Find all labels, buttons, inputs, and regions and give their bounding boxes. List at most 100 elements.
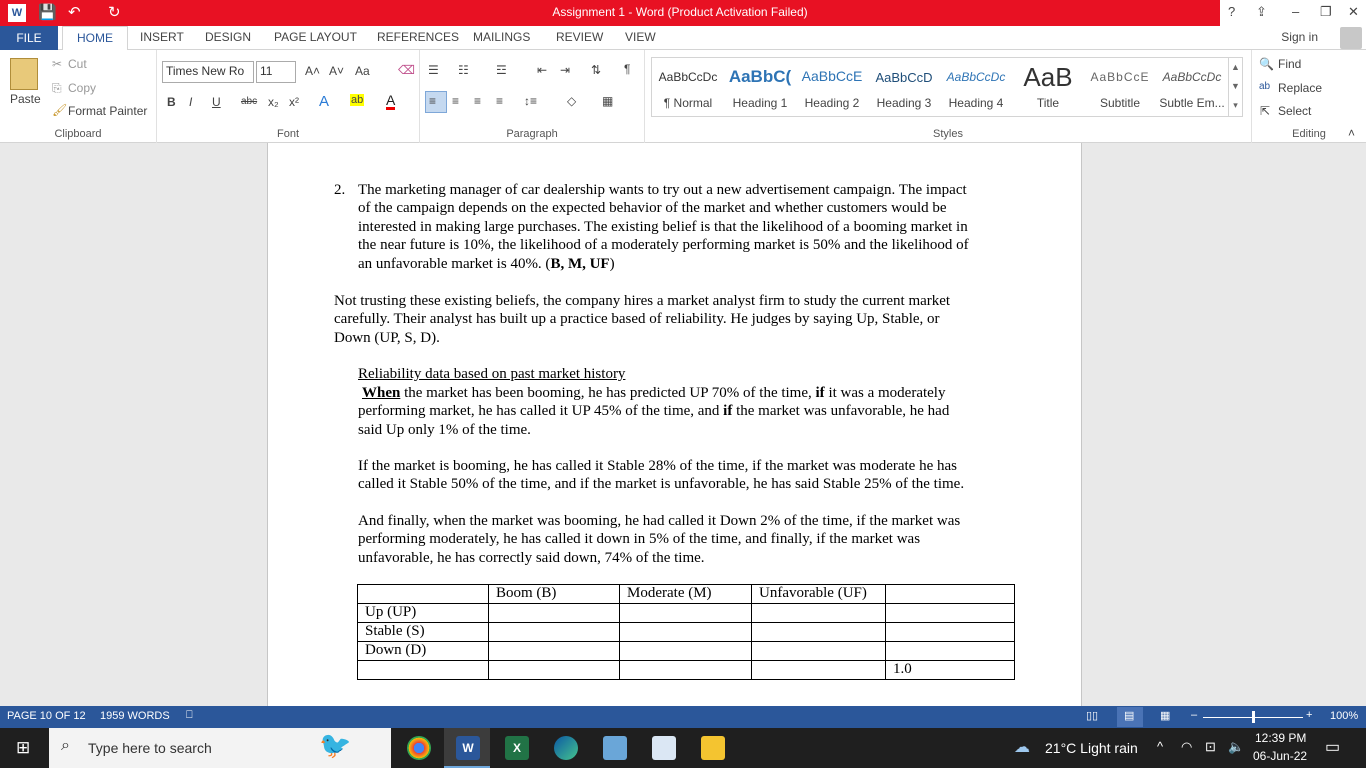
cut-button[interactable]: Cut [68,57,87,71]
table-cell[interactable] [619,660,752,680]
collapse-ribbon-icon[interactable]: ˄ [1348,126,1355,140]
help-button[interactable]: ? [1228,4,1235,19]
close-button[interactable]: ✕ [1348,4,1359,20]
edge-icon[interactable] [554,736,578,760]
shrink-font-button[interactable]: A˅ [329,64,344,78]
file-explorer-icon[interactable] [701,736,725,760]
undo-icon[interactable]: ↶ [68,3,81,21]
tab-home[interactable]: HOME [62,26,128,51]
subscript-button[interactable]: x₂ [268,95,279,109]
word-taskbar-icon[interactable]: W [456,736,480,760]
increase-indent-icon[interactable]: ⇥ [560,63,570,77]
tab-mailings[interactable]: MAILINGS [473,30,530,44]
sign-in-link[interactable]: Sign in [1281,30,1318,44]
table-cell[interactable] [488,660,620,680]
shading-icon[interactable]: ◇ [567,94,576,108]
underline-button[interactable]: U [212,95,221,109]
table-cell[interactable]: Down (D) [357,641,489,661]
style-subtle-emphasis[interactable]: AaBbCcDc Subtle Em... [1156,58,1228,116]
align-center-icon[interactable]: ≡ [452,94,459,108]
table-cell[interactable] [885,603,1015,623]
zoom-slider-thumb[interactable] [1252,711,1255,723]
find-button[interactable]: Find [1278,57,1301,71]
styles-scroll[interactable]: ▲ ▼ ▾ [1228,58,1242,116]
table-cell[interactable]: Boom (B) [488,584,620,604]
line-spacing-icon[interactable]: ↕≡ [524,94,537,108]
clear-formatting-icon[interactable]: ⌫ [398,63,415,77]
this-pc-icon[interactable] [603,736,627,760]
table-cell[interactable] [488,603,620,623]
document-page[interactable]: 2. The marketing manager of car dealersh… [267,143,1082,706]
strikethrough-button[interactable]: abc [241,96,257,107]
tab-references[interactable]: REFERENCES [377,30,459,44]
numbering-icon[interactable]: ☷ [458,63,469,77]
change-case-button[interactable]: Aa [355,64,370,78]
weather-text[interactable]: 21°C Light rain [1045,740,1138,756]
word-count[interactable]: 1959 WORDS [100,710,170,722]
page-count[interactable]: PAGE 10 OF 12 [7,710,86,722]
justify-icon[interactable]: ≡ [496,94,503,108]
table-cell[interactable] [619,641,752,661]
zoom-level[interactable]: 100% [1330,710,1358,722]
zoom-slider[interactable] [1203,711,1303,723]
bold-button[interactable]: B [167,95,176,109]
tab-page-layout[interactable]: PAGE LAYOUT [274,30,357,44]
table-cell[interactable]: Up (UP) [357,603,489,623]
table-cell[interactable] [488,641,620,661]
style-heading-4[interactable]: AaBbCcDc Heading 4 [940,58,1012,116]
ribbon-display-options-button[interactable]: ⇪ [1256,4,1267,20]
proofing-icon[interactable]: ⎕ [186,709,193,722]
style-heading-3[interactable]: AaBbCcD Heading 3 [868,58,940,116]
table-cell[interactable] [751,641,886,661]
paste-icon[interactable] [10,58,38,90]
chrome-icon[interactable] [407,736,431,760]
wifi-icon[interactable]: ◠ [1181,739,1192,755]
copy-button[interactable]: Copy [68,81,96,95]
table-cell[interactable] [885,641,1015,661]
excel-taskbar-icon[interactable]: X [505,736,529,760]
clock-time[interactable]: 12:39 PM [1255,731,1306,745]
avatar[interactable] [1340,27,1362,49]
reliability-table[interactable]: Boom (B) Moderate (M) Unfavorable (UF) U… [357,584,1015,680]
table-cell[interactable] [488,622,620,642]
volume-icon[interactable]: 🔈 [1228,739,1244,755]
read-mode-icon[interactable]: ▯▯ [1086,709,1098,722]
tab-file[interactable]: FILE [0,26,58,50]
style-heading-2[interactable]: AaBbCcE Heading 2 [796,58,868,116]
paste-button[interactable]: Paste [10,92,41,106]
sort-icon[interactable]: ⇅ [591,63,601,77]
table-cell[interactable]: Stable (S) [357,622,489,642]
taskbar-search[interactable]: ⌕ Type here to search 🐦 [49,728,391,768]
table-cell[interactable]: Unfavorable (UF) [751,584,886,604]
font-size-box[interactable]: 11 [256,61,296,83]
format-painter-button[interactable]: Format Painter [68,104,147,118]
tab-design[interactable]: DESIGN [205,30,251,44]
italic-button[interactable]: I [189,95,192,109]
grow-font-button[interactable]: A˄ [305,64,320,78]
notifications-icon[interactable]: ▭ [1325,737,1340,757]
clock-date[interactable]: 06-Jun-22 [1253,749,1307,763]
table-cell[interactable] [751,622,886,642]
zoom-out-button[interactable]: – [1191,709,1197,721]
superscript-button[interactable]: x² [289,95,299,109]
table-cell[interactable] [885,584,1015,604]
table-cell[interactable] [885,622,1015,642]
align-right-icon[interactable]: ≡ [474,94,481,108]
tab-insert[interactable]: INSERT [140,30,184,44]
tab-review[interactable]: REVIEW [556,30,603,44]
save-icon[interactable]: 💾 [38,3,57,21]
select-button[interactable]: Select [1278,104,1311,118]
table-cell[interactable] [619,603,752,623]
redo-icon[interactable]: ↻ [108,3,121,21]
style-normal[interactable]: AaBbCcDc ¶ Normal [652,58,724,116]
chevron-up-icon[interactable]: ^ [1157,739,1163,754]
text-effects-icon[interactable]: A [319,93,329,110]
network-icon[interactable]: ⊡ [1205,739,1216,755]
table-cell[interactable] [751,603,886,623]
bullets-icon[interactable]: ☰ [428,63,439,77]
windows-start-icon[interactable]: ⊞ [16,738,30,758]
show-formatting-marks-icon[interactable]: ¶ [624,62,630,76]
borders-icon[interactable]: ▦ [602,94,613,108]
zoom-in-button[interactable]: + [1306,709,1312,721]
decrease-indent-icon[interactable]: ⇤ [537,63,547,77]
